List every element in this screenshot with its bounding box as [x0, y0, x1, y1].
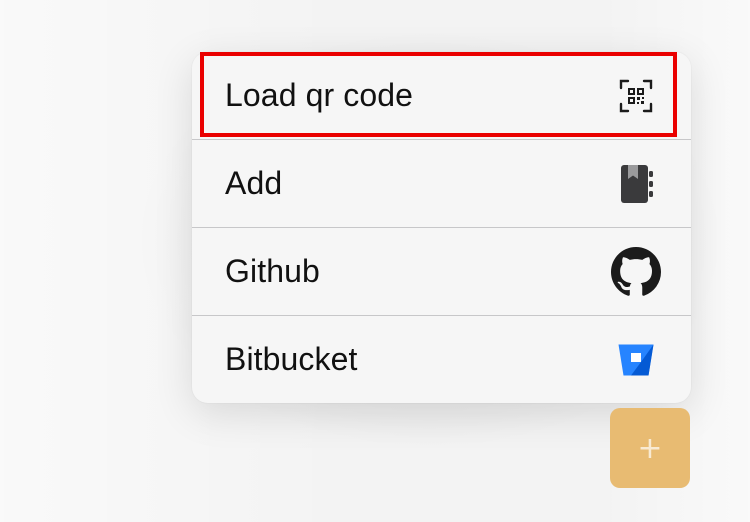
menu-item-label: Load qr code — [225, 77, 414, 113]
address-book-icon — [611, 159, 661, 209]
menu-item-label: Add — [225, 165, 283, 201]
context-menu: Load qr code Add Github Bitbucket — [192, 52, 691, 403]
menu-item-label: Github — [225, 253, 320, 289]
github-icon — [611, 246, 661, 297]
add-fab-button[interactable]: + — [610, 408, 690, 488]
menu-item-github[interactable]: Github — [192, 228, 691, 315]
plus-icon: + — [637, 430, 663, 466]
menu-item-label: Bitbucket — [225, 341, 358, 377]
menu-item-bitbucket[interactable]: Bitbucket — [192, 316, 691, 403]
bitbucket-icon — [611, 335, 661, 385]
menu-item-load-qr-code[interactable]: Load qr code — [192, 52, 691, 139]
menu-item-add[interactable]: Add — [192, 140, 691, 227]
qr-code-scan-icon — [611, 71, 661, 121]
